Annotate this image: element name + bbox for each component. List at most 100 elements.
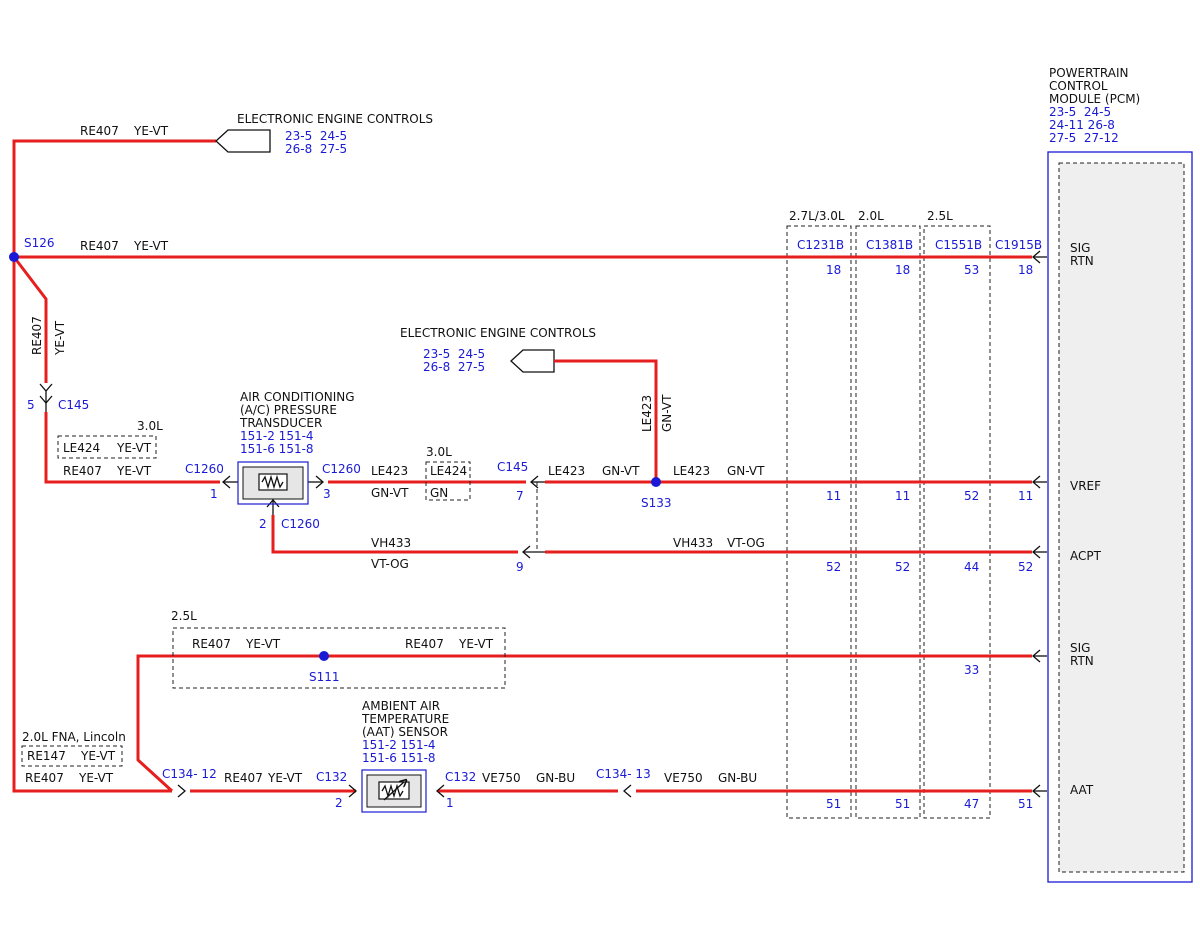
svg-text:1: 1	[210, 487, 218, 501]
svg-text:2: 2	[259, 517, 267, 531]
pcm-pin-vref: VREF	[1070, 479, 1101, 493]
wire-label: GN-VT	[660, 394, 674, 432]
wire-label: RE407	[192, 637, 231, 651]
svg-text:52: 52	[964, 489, 979, 503]
splice-s133-label: S133	[641, 496, 672, 510]
svg-text:3: 3	[323, 487, 331, 501]
svg-text:YE-VT: YE-VT	[80, 749, 116, 763]
wire-label: LE423	[548, 464, 585, 478]
eec-mid-ref-2: 26-8 27-5	[423, 360, 485, 374]
svg-text:52: 52	[826, 560, 841, 574]
c145-top-pin: 5	[27, 398, 35, 412]
wire-label: VT-OG	[727, 536, 765, 550]
wire-label: YE-VT	[245, 637, 281, 651]
engine-group-columns	[786, 225, 991, 819]
wiring-diagram: POWERTRAIN CONTROL MODULE (PCM) 23-5 24-…	[9, 66, 1193, 883]
svg-text:18: 18	[895, 263, 910, 277]
svg-text:151-2 151-4: 151-2 151-4	[240, 429, 314, 443]
svg-text:1: 1	[446, 796, 454, 810]
svg-text:2.0L FNA, Lincoln: 2.0L FNA, Lincoln	[22, 730, 126, 744]
wire-label: YE-VT	[133, 239, 169, 253]
wire-label: VE750	[664, 771, 703, 785]
wire-label: VH433	[673, 536, 713, 550]
splice-s126	[9, 252, 19, 262]
wire-label: GN-BU	[536, 771, 575, 785]
c1260-right: C1260	[322, 462, 361, 476]
pcm-pin-rtn-2: RTN	[1070, 654, 1094, 668]
pcm-pin-sig: SIG	[1070, 241, 1090, 255]
splice-s126-label: S126	[24, 236, 55, 250]
svg-text:9: 9	[516, 560, 524, 574]
wire-label: RE407	[30, 316, 44, 355]
pcm-pin-rtn: RTN	[1070, 254, 1094, 268]
svg-text:44: 44	[964, 560, 979, 574]
c1260-left: C1260	[185, 462, 224, 476]
svg-text:51: 51	[1018, 797, 1033, 811]
c134-right-label: C134- 13	[596, 767, 651, 781]
wire-label: YE-VT	[116, 464, 152, 478]
svg-text:33: 33	[964, 663, 979, 677]
wire-label: VT-OG	[371, 557, 409, 571]
svg-text:(A/C) PRESSURE: (A/C) PRESSURE	[240, 403, 337, 417]
eec-top-connector	[215, 129, 271, 153]
svg-text:3.0L: 3.0L	[137, 419, 163, 433]
wire-label: YE-VT	[78, 771, 114, 785]
eec-top-ref-1: 23-5 24-5	[285, 129, 347, 143]
wire-label: RE407	[80, 239, 119, 253]
wire-label: VH433	[371, 536, 411, 550]
wire-label: GN-VT	[602, 464, 640, 478]
wire-label: YE-VT	[267, 771, 303, 785]
wire-label: GN-BU	[718, 771, 757, 785]
wire-label: GN-VT	[371, 486, 409, 500]
svg-text:7: 7	[516, 489, 524, 503]
svg-text:11: 11	[826, 489, 841, 503]
svg-text:151-2 151-4: 151-2 151-4	[362, 738, 436, 752]
eec-mid-title: ELECTRONIC ENGINE CONTROLS	[400, 326, 596, 340]
wire-label: LE423	[640, 395, 654, 432]
c145-top-label: C145	[58, 398, 89, 412]
wire-label: RE407	[224, 771, 263, 785]
svg-text:51: 51	[826, 797, 841, 811]
wire-label: RE407	[25, 771, 64, 785]
svg-text:11: 11	[895, 489, 910, 503]
svg-text:18: 18	[1018, 263, 1033, 277]
pcm-pin-acpt: ACPT	[1070, 549, 1102, 563]
connector-c1915b: C1915B	[995, 238, 1042, 252]
svg-text:CONTROL: CONTROL	[1049, 79, 1108, 93]
svg-text:POWERTRAIN: POWERTRAIN	[1049, 66, 1129, 80]
svg-text:52: 52	[1018, 560, 1033, 574]
svg-text:GN: GN	[430, 486, 448, 500]
wire-label: RE407	[80, 124, 119, 138]
connector-c1551b: C1551B	[935, 238, 982, 252]
svg-text:24-11 26-8: 24-11 26-8	[1049, 118, 1115, 132]
svg-text:TRANSDUCER: TRANSDUCER	[239, 416, 322, 430]
c132-left: C132	[316, 770, 347, 784]
svg-text:LE424: LE424	[430, 464, 467, 478]
engine-group-label-27-30: 2.7L/3.0L	[789, 209, 845, 223]
svg-text:TEMPERATURE: TEMPERATURE	[361, 712, 449, 726]
wire-label: YE-VT	[458, 637, 494, 651]
svg-text:2.5L: 2.5L	[171, 609, 197, 623]
aat-title: AMBIENT AIR	[362, 699, 440, 713]
connector-c1381b: C1381B	[866, 238, 913, 252]
wire-label: RE407	[63, 464, 102, 478]
svg-text:151-6 151-8: 151-6 151-8	[362, 751, 436, 765]
svg-text:52: 52	[895, 560, 910, 574]
svg-text:23-5 24-5: 23-5 24-5	[1049, 105, 1111, 119]
svg-text:2: 2	[335, 796, 343, 810]
wire-label: YE-VT	[53, 320, 67, 356]
eec-mid-connector	[510, 349, 555, 373]
pcm-refs: 23-5 24-5 24-11 26-8 27-5 27-12	[1049, 105, 1119, 145]
svg-text:51: 51	[895, 797, 910, 811]
svg-text:47: 47	[964, 797, 979, 811]
connector-pins: 18 18 53 18 11 11 52 11 52 52 44 52 33 5…	[826, 263, 1033, 811]
svg-text:151-6 151-8: 151-6 151-8	[240, 442, 314, 456]
splice-s111	[319, 651, 329, 661]
splice-s133	[651, 477, 661, 487]
c145-mid-label: C145	[497, 460, 528, 474]
pcm-title: POWERTRAIN CONTROL MODULE (PCM)	[1049, 66, 1140, 106]
svg-text:(AAT) SENSOR: (AAT) SENSOR	[362, 725, 448, 739]
splice-s111-label: S111	[309, 670, 340, 684]
c134-left-label: C134- 12	[162, 767, 217, 781]
wire-label: LE423	[371, 464, 408, 478]
